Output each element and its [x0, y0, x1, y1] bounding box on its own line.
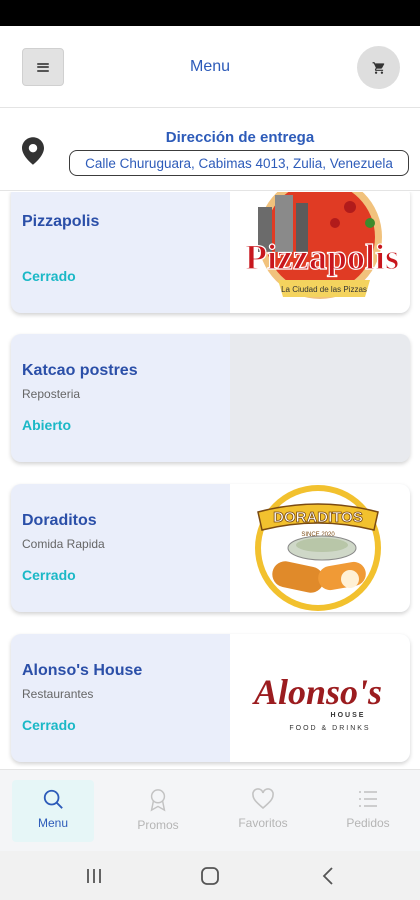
- restaurant-card-pizzapolis[interactable]: Pizzapolis Cerrado Pizzapolis La Ciudad …: [11, 192, 410, 313]
- nav-label: Pedidos: [346, 816, 390, 830]
- restaurant-name: Alonso's House: [22, 662, 143, 679]
- delivery-label: Dirección de entrega: [165, 129, 315, 146]
- restaurant-logo: Pizzapolis La Ciudad de las Pizzas: [230, 192, 410, 313]
- restaurant-status: Cerrado: [22, 717, 76, 733]
- restaurant-category: Comida Rapida: [22, 537, 105, 551]
- logo-text: DORADITOS: [273, 509, 363, 526]
- restaurant-logo: Alonso's HOUSE FOOD & DRINKS: [230, 634, 410, 762]
- logo-tagline: FOOD & DRINKS: [289, 725, 370, 732]
- heart-icon: [252, 788, 274, 810]
- app-header: Menu: [0, 26, 420, 108]
- system-navigation-bar: [0, 851, 420, 900]
- restaurant-logo-placeholder: [230, 334, 410, 462]
- bottom-navigation: Menu Promos Favoritos Pedidos: [0, 769, 420, 851]
- badge-icon: [150, 789, 166, 812]
- delivery-address-bar: Dirección de entrega Calle Churuguara, C…: [0, 109, 420, 191]
- status-bar: [0, 0, 420, 26]
- nav-label: Menu: [37, 816, 69, 830]
- restaurant-category: Reposteria: [22, 387, 81, 401]
- nav-menu[interactable]: Menu: [12, 780, 94, 842]
- logo-subtext: HOUSE: [331, 712, 366, 719]
- logo-text: Pizzapolis: [245, 237, 399, 277]
- nav-promos[interactable]: Promos: [117, 780, 199, 842]
- restaurant-card-alonsos[interactable]: Alonso's House Restaurantes Cerrado Alon…: [11, 634, 410, 762]
- restaurant-status: Cerrado: [22, 268, 76, 284]
- nav-label: Promos: [137, 818, 179, 832]
- delivery-address-field[interactable]: Calle Churuguara, Cabimas 4013, Zulia, V…: [69, 150, 409, 176]
- shopping-cart-icon: [372, 61, 384, 74]
- restaurant-name: Pizzapolis: [22, 213, 100, 230]
- restaurant-category: Restaurantes: [22, 687, 94, 701]
- restaurant-list: Pizzapolis Cerrado Pizzapolis La Ciudad …: [0, 192, 420, 768]
- nav-favoritos[interactable]: Favoritos: [222, 780, 304, 842]
- back-icon[interactable]: [320, 866, 336, 886]
- cart-button[interactable]: [357, 46, 400, 89]
- home-icon[interactable]: [200, 866, 220, 886]
- restaurant-status: Cerrado: [22, 567, 76, 583]
- restaurant-status: Abierto: [22, 417, 71, 433]
- nav-pedidos[interactable]: Pedidos: [327, 780, 409, 842]
- restaurant-name: Doraditos: [22, 512, 97, 529]
- nav-label: Favoritos: [238, 816, 288, 830]
- recent-apps-icon[interactable]: [84, 867, 104, 885]
- restaurant-name: Katcao postres: [22, 362, 138, 379]
- logo-tagline: La Ciudad de las Pizzas: [281, 285, 367, 294]
- restaurant-logo: DORADITOS SINCE 2020: [230, 484, 410, 612]
- restaurant-card-doraditos[interactable]: Doraditos Comida Rapida Cerrado DORADITO…: [11, 484, 410, 612]
- restaurant-card-katcao[interactable]: Katcao postres Reposteria Abierto: [11, 334, 410, 462]
- search-icon: [43, 789, 63, 809]
- logo-text: Alonso's: [252, 672, 382, 712]
- list-icon: [359, 791, 377, 807]
